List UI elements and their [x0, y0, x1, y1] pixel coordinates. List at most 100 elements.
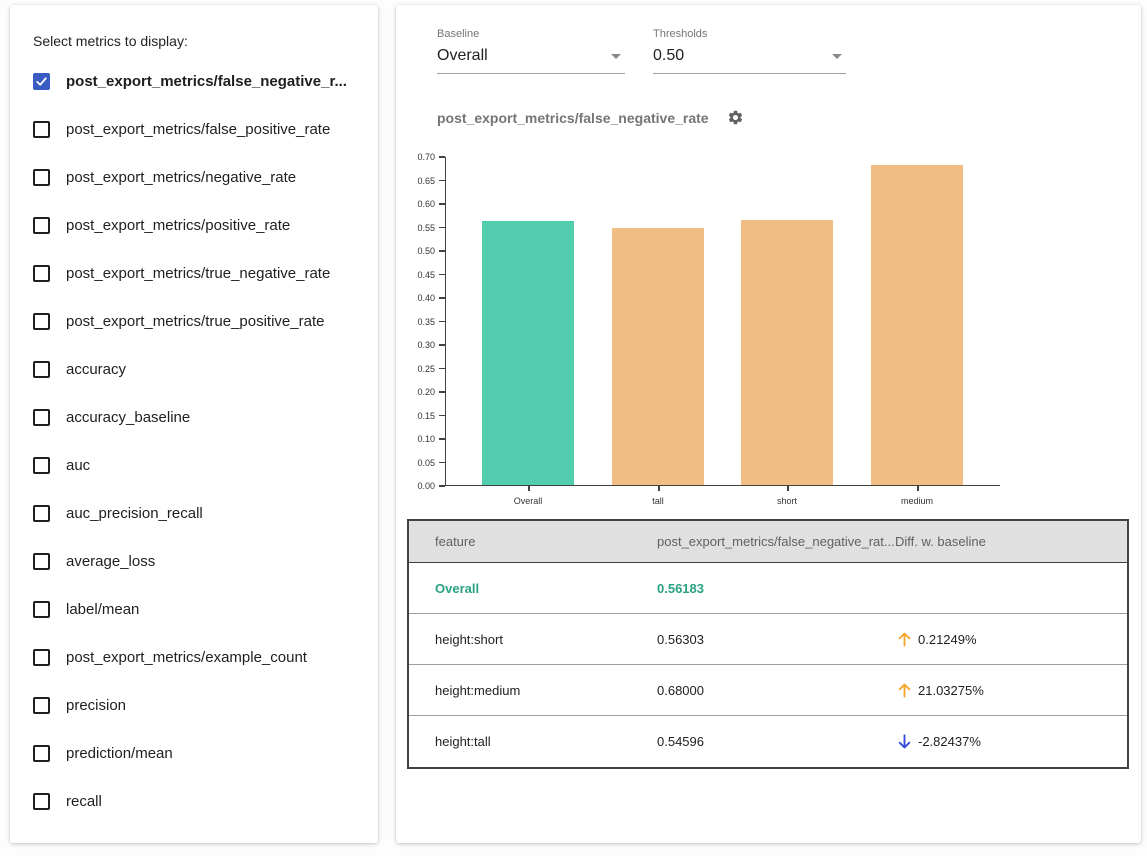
checkbox-unchecked-icon[interactable] — [33, 649, 50, 666]
metrics-table-header: feature post_export_metrics/false_negati… — [409, 521, 1127, 563]
gear-icon[interactable] — [727, 109, 744, 126]
bar-tall[interactable] — [612, 228, 704, 485]
metric-label: auc — [66, 457, 90, 474]
thresholds-select-value: 0.50 — [653, 46, 684, 66]
checkbox-unchecked-icon[interactable] — [33, 505, 50, 522]
y-axis-label: 0.70 — [398, 152, 435, 162]
checkbox-unchecked-icon[interactable] — [33, 121, 50, 138]
y-axis-tick — [439, 485, 445, 487]
checkbox-unchecked-icon[interactable] — [33, 313, 50, 330]
metric-value-cell: 0.68000 — [657, 683, 895, 698]
x-axis-tick — [917, 486, 919, 491]
metric-list: post_export_metrics/false_negative_r...p… — [33, 57, 363, 825]
metric-checkbox-item[interactable]: average_loss — [33, 537, 363, 585]
metric-checkbox-item[interactable]: auc — [33, 441, 363, 489]
metric-value-cell: 0.56183 — [657, 581, 895, 596]
metric-label: auc_precision_recall — [66, 505, 203, 522]
metric-checkbox-item[interactable]: post_export_metrics/negative_rate — [33, 153, 363, 201]
y-axis-tick — [439, 462, 445, 464]
x-axis-tick — [787, 486, 789, 491]
baseline-select-label: Baseline — [437, 28, 625, 41]
y-axis-label: 0.00 — [398, 481, 435, 491]
y-axis-label: 0.65 — [398, 176, 435, 186]
metric-checkbox-item[interactable]: accuracy_baseline — [33, 393, 363, 441]
arrow-up-icon — [897, 681, 918, 699]
bar-short[interactable] — [741, 220, 833, 485]
diff-value: -2.82437% — [918, 734, 981, 749]
diff-cell: -2.82437% — [895, 733, 1131, 751]
metric-label: recall — [66, 793, 102, 810]
chart-title: post_export_metrics/false_negative_rate — [437, 110, 709, 126]
checkbox-unchecked-icon[interactable] — [33, 601, 50, 618]
chevron-down-icon — [611, 54, 621, 59]
table-row-overall[interactable]: Overall0.56183 — [409, 563, 1127, 614]
metric-checkbox-item[interactable]: post_export_metrics/false_negative_r... — [33, 57, 363, 105]
y-axis-tick — [439, 250, 445, 252]
metric-value-cell: 0.56303 — [657, 632, 895, 647]
checkbox-unchecked-icon[interactable] — [33, 169, 50, 186]
y-axis-tick — [439, 438, 445, 440]
bar-overall[interactable] — [482, 221, 574, 485]
y-axis-tick — [439, 156, 445, 158]
table-row-height-short[interactable]: height:short0.563030.21249% — [409, 614, 1127, 665]
table-row-height-medium[interactable]: height:medium0.6800021.03275% — [409, 665, 1127, 716]
metric-checkbox-item[interactable]: post_export_metrics/true_negative_rate — [33, 249, 363, 297]
checkbox-unchecked-icon[interactable] — [33, 457, 50, 474]
diff-cell: 0.21249% — [895, 630, 1131, 648]
metric-checkbox-item[interactable]: auc_precision_recall — [33, 489, 363, 537]
arrow-down-icon — [897, 733, 918, 751]
column-header-metric: post_export_metrics/false_negative_rat..… — [657, 534, 895, 549]
baseline-select[interactable]: Baseline Overall — [437, 28, 625, 74]
y-axis-label: 0.45 — [398, 270, 435, 280]
y-axis-tick — [439, 391, 445, 393]
checkbox-unchecked-icon[interactable] — [33, 217, 50, 234]
metric-checkbox-item[interactable]: post_export_metrics/positive_rate — [33, 201, 363, 249]
x-axis-tick — [528, 486, 530, 491]
metric-checkbox-item[interactable]: post_export_metrics/false_positive_rate — [33, 105, 363, 153]
y-axis-label: 0.60 — [398, 199, 435, 209]
checkbox-unchecked-icon[interactable] — [33, 793, 50, 810]
checkbox-checked-icon[interactable] — [33, 73, 50, 90]
metric-label: post_export_metrics/false_positive_rate — [66, 121, 330, 138]
y-axis-label: 0.35 — [398, 317, 435, 327]
metric-checkbox-item[interactable]: prediction/mean — [33, 729, 363, 777]
metrics-table: feature post_export_metrics/false_negati… — [407, 519, 1129, 769]
y-axis-tick — [439, 415, 445, 417]
diff-cell: 21.03275% — [895, 681, 1131, 699]
metric-checkbox-item[interactable]: recall — [33, 777, 363, 825]
metric-checkbox-item[interactable]: post_export_metrics/true_positive_rate — [33, 297, 363, 345]
checkbox-unchecked-icon[interactable] — [33, 409, 50, 426]
y-axis-label: 0.15 — [398, 411, 435, 421]
checkbox-unchecked-icon[interactable] — [33, 745, 50, 762]
thresholds-select-label: Thresholds — [653, 28, 846, 41]
metric-checkbox-item[interactable]: precision — [33, 681, 363, 729]
metric-checkbox-item[interactable]: post_export_metrics/example_count — [33, 633, 363, 681]
metric-label: accuracy_baseline — [66, 409, 190, 426]
thresholds-select[interactable]: Thresholds 0.50 — [653, 28, 846, 74]
metric-checkbox-item[interactable]: label/mean — [33, 585, 363, 633]
feature-cell: height:tall — [409, 734, 657, 749]
metric-selector-panel: Select metrics to display: post_export_m… — [10, 5, 378, 843]
checkbox-unchecked-icon[interactable] — [33, 697, 50, 714]
column-header-diff: Diff. w. baseline — [895, 534, 1131, 549]
y-axis-tick — [439, 274, 445, 276]
checkbox-unchecked-icon[interactable] — [33, 361, 50, 378]
bar-medium[interactable] — [871, 165, 963, 485]
y-axis-tick — [439, 297, 445, 299]
bar-chart-plot: 0.000.050.100.150.200.250.300.350.400.45… — [445, 157, 1000, 486]
checkbox-unchecked-icon[interactable] — [33, 265, 50, 282]
x-axis-label: medium — [862, 496, 972, 506]
column-header-feature: feature — [409, 534, 657, 549]
metric-label: average_loss — [66, 553, 155, 570]
feature-cell: Overall — [409, 581, 657, 596]
checkbox-unchecked-icon[interactable] — [33, 553, 50, 570]
table-row-height-tall[interactable]: height:tall0.54596-2.82437% — [409, 716, 1127, 767]
metric-checkbox-item[interactable]: accuracy — [33, 345, 363, 393]
y-axis-tick — [439, 203, 445, 205]
y-axis-tick — [439, 321, 445, 323]
y-axis-tick — [439, 368, 445, 370]
x-axis-label: short — [732, 496, 842, 506]
y-axis-label: 0.20 — [398, 387, 435, 397]
baseline-select-value: Overall — [437, 46, 488, 66]
chevron-down-icon — [832, 54, 842, 59]
